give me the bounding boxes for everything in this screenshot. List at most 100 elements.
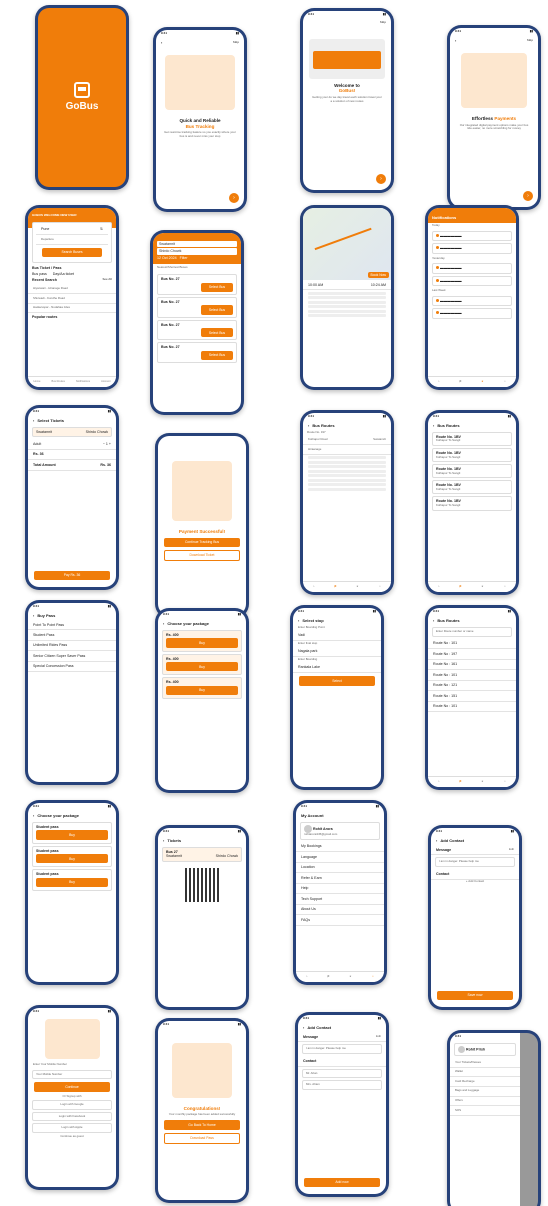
edit-link[interactable]: Edit: [376, 1034, 381, 1039]
menu-item[interactable]: Help: [296, 884, 384, 895]
see-all-link[interactable]: See All: [102, 277, 112, 282]
filter-chip[interactable]: Filter: [180, 256, 188, 260]
add-contact-link[interactable]: + Add Contact: [431, 879, 519, 884]
save-button[interactable]: Save now: [437, 990, 513, 1000]
drawer-item[interactable]: Your Tickets/Passes: [455, 1060, 481, 1065]
route-item[interactable]: Route No : 101: [428, 670, 516, 681]
select-bus-button[interactable]: Select Bus: [201, 350, 233, 361]
pass-option[interactable]: Student Pass: [28, 630, 116, 641]
back-icon[interactable]: ‹: [303, 1025, 304, 1030]
menu-item[interactable]: Language: [296, 852, 384, 863]
back-icon[interactable]: ‹: [163, 838, 164, 843]
pass-option[interactable]: Senior Citizen Super Saver Pass: [28, 651, 116, 662]
facebook-login-button[interactable]: Login with Facebook: [32, 1111, 112, 1122]
select-bus-button[interactable]: Select Bus: [201, 305, 233, 315]
search-buses-button[interactable]: Search Buses: [42, 247, 102, 258]
nav-account[interactable]: Account: [101, 380, 110, 383]
buy-button[interactable]: Buy: [36, 830, 108, 840]
download-pass-button[interactable]: Download Pass: [164, 1132, 240, 1144]
apple-login-button[interactable]: Login with Apple: [32, 1123, 112, 1133]
nav-routes[interactable]: Bus Routes: [51, 380, 64, 383]
pass-option[interactable]: Point To Point Pass: [28, 620, 116, 631]
menu-item[interactable]: Refer & Earn: [296, 873, 384, 884]
route-item[interactable]: Route No : 197: [428, 649, 516, 660]
buy-button[interactable]: Buy: [166, 662, 238, 672]
skip-button[interactable]: Skip: [380, 20, 386, 25]
continue-button[interactable]: Continue: [34, 1082, 110, 1092]
contact-item[interactable]: Mrs. Aham: [302, 1080, 382, 1090]
book-now-button[interactable]: Book Now: [367, 271, 389, 278]
boarding-input[interactable]: Vadi: [293, 631, 381, 642]
google-login-button[interactable]: Login with Google: [32, 1100, 112, 1110]
select-bus-button[interactable]: Select Bus: [201, 282, 233, 292]
menu-item[interactable]: FAQs: [296, 915, 384, 926]
day-ticket-option[interactable]: Day/Aa ticket: [53, 272, 74, 276]
menu-item[interactable]: About Us: [296, 905, 384, 916]
continue-tracking-button[interactable]: Continue Tracking Bus: [164, 537, 240, 547]
drawer-item[interactable]: Wallet: [455, 1069, 463, 1074]
bus-pass-option[interactable]: Bus pass: [32, 272, 47, 276]
select-button[interactable]: Select: [299, 676, 375, 686]
next-button[interactable]: ›: [376, 174, 386, 184]
buy-button[interactable]: Buy: [166, 638, 238, 648]
download-ticket-button[interactable]: Download Ticket: [164, 549, 240, 562]
add-now-button[interactable]: Add now: [304, 1177, 380, 1187]
swap-icon[interactable]: ⇅: [100, 227, 103, 231]
menu-item[interactable]: Location: [296, 863, 384, 874]
back-icon[interactable]: ‹: [161, 40, 162, 45]
boarding2-input[interactable]: Rankala Lake: [293, 663, 381, 674]
quantity-stepper[interactable]: − 1 +: [103, 442, 111, 446]
mobile-input[interactable]: Your Mobile Number: [32, 1069, 112, 1080]
select-bus-button[interactable]: Select Bus: [201, 328, 233, 338]
back-icon[interactable]: ‹: [33, 813, 34, 818]
message-text[interactable]: I am in danger. Please help me: [435, 857, 515, 868]
menu-item[interactable]: Tech Support: [296, 894, 384, 905]
back-icon[interactable]: ‹: [455, 38, 456, 43]
final-stop-input[interactable]: Nagala park: [293, 647, 381, 658]
buy-button[interactable]: Buy: [166, 685, 238, 696]
recent-item[interactable]: Hiyanwari - Hiranage Road: [28, 285, 116, 295]
nav-home[interactable]: Home: [34, 380, 41, 383]
route-item[interactable]: Route No : 161: [428, 660, 516, 671]
drawer-item[interactable]: SOS: [455, 1108, 461, 1113]
back-icon[interactable]: ‹: [308, 423, 309, 428]
back-icon[interactable]: ‹: [33, 613, 34, 618]
drawer-item[interactable]: Offers: [455, 1098, 463, 1103]
back-icon[interactable]: ‹: [163, 621, 164, 626]
route-item[interactable]: Route No : 121: [428, 681, 516, 692]
skip-button[interactable]: Skip: [233, 40, 239, 45]
menu-item[interactable]: My Bookings: [296, 842, 384, 853]
pass-option[interactable]: Special Concession Pass: [28, 662, 116, 673]
recent-item[interactable]: Shivwadi - Kondhe Road: [28, 294, 116, 304]
from-field[interactable]: Pune: [41, 227, 49, 231]
buy-button[interactable]: Buy: [36, 854, 108, 864]
nav-notifications[interactable]: Notifications: [76, 380, 90, 383]
drawer-item[interactable]: Bags and Luggage: [455, 1089, 479, 1093]
recent-item[interactable]: Hadavsopar - Nudahaa rides: [28, 304, 116, 314]
route-item[interactable]: Route No : 101: [428, 702, 516, 713]
map-view[interactable]: Book Now: [303, 208, 391, 280]
back-icon[interactable]: ‹: [433, 423, 434, 428]
guest-link[interactable]: Continue as guest: [28, 1134, 116, 1139]
next-button[interactable]: ›: [229, 193, 239, 203]
to-input[interactable]: Shirdo Chowk: [157, 248, 237, 255]
next-button[interactable]: ›: [523, 191, 533, 201]
route-item[interactable]: Route No : 151: [428, 691, 516, 702]
contact-item[interactable]: Mr. Ahan: [302, 1068, 382, 1079]
from-input[interactable]: Swatamrit: [157, 241, 237, 248]
route-search-input[interactable]: Enter Route number or name: [432, 627, 512, 637]
drawer-item[interactable]: Card Recharge: [455, 1079, 475, 1084]
buy-button[interactable]: Buy: [36, 877, 108, 888]
route-item[interactable]: Route No : 101: [428, 639, 516, 650]
edit-link[interactable]: Edit: [509, 847, 514, 852]
go-home-button[interactable]: Go Back To Home: [164, 1120, 240, 1130]
pay-button[interactable]: Pay Rs. 36: [34, 570, 110, 580]
back-icon[interactable]: ‹: [436, 838, 437, 843]
back-icon[interactable]: ‹: [298, 618, 299, 623]
message-text[interactable]: I am in danger. Please help me: [302, 1044, 382, 1055]
skip-button[interactable]: Skip: [527, 38, 533, 43]
back-icon[interactable]: ‹: [33, 418, 34, 423]
back-icon[interactable]: ‹: [433, 618, 434, 623]
date-chip[interactable]: 12 Oct 2024: [157, 256, 177, 260]
pass-option[interactable]: Unlimited Rides Pass: [28, 641, 116, 652]
